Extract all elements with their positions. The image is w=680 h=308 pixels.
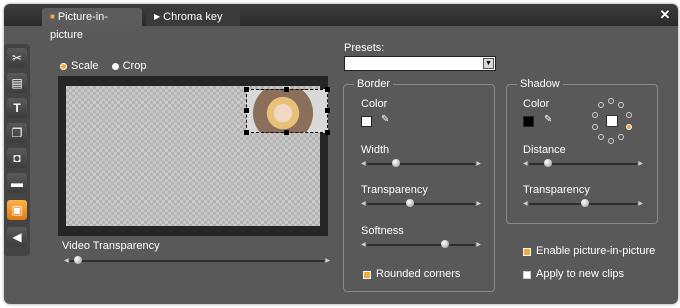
tab-bar: ■ Picture-in-picture ▶ Chroma key ✕: [4, 4, 678, 41]
shadow-distance-label: Distance: [523, 144, 566, 156]
shadow-dir-bottom[interactable]: [608, 138, 614, 144]
radio-dot: [111, 63, 119, 70]
shadow-preview-square: [606, 115, 618, 127]
border-width-label: Width: [361, 144, 390, 156]
tab-label: Chroma key: [163, 11, 223, 23]
arrow-left-icon: ◀: [523, 161, 528, 167]
preview-canvas: [66, 86, 330, 226]
shadow-dir-top-right[interactable]: [618, 102, 624, 108]
preview-frame: [58, 76, 330, 236]
rounded-corners-label: Rounded corners: [376, 268, 461, 280]
apply-new-clips-checkbox[interactable]: [523, 271, 531, 279]
chevron-down-icon[interactable]: ▼: [483, 58, 494, 69]
shadow-color-swatch[interactable]: [523, 116, 534, 127]
arrow-right-icon: ▶: [476, 161, 481, 167]
apply-new-clips-label: Apply to new clips: [536, 268, 625, 280]
arrow-left-icon: ◀: [361, 161, 366, 167]
arrow-right-icon: ▶: [476, 242, 481, 248]
checkbox-icon: ■: [50, 12, 55, 22]
scale-label: Scale: [71, 60, 99, 72]
arrow-left-icon: ◀: [523, 201, 528, 207]
title-T-icon[interactable]: T: [7, 98, 27, 118]
shadow-direction-dial: [586, 98, 636, 144]
slider-thumb[interactable]: [406, 199, 415, 207]
pip-icon[interactable]: ▣: [7, 200, 27, 220]
resize-handle[interactable]: [325, 108, 330, 113]
shadow-dir-left-lower[interactable]: [592, 124, 598, 130]
arrow-left-icon: ◀: [64, 258, 69, 264]
shadow-dir-right-upper[interactable]: [626, 112, 632, 118]
slider-thumb[interactable]: [73, 256, 82, 264]
crop-label: Crop: [122, 60, 147, 72]
arrow-right-icon: ▶: [638, 201, 643, 207]
presets-dropdown[interactable]: ▼: [344, 56, 496, 71]
border-color-label: Color: [361, 98, 388, 110]
resize-handle[interactable]: [284, 130, 289, 135]
eyedropper-icon[interactable]: ✎: [381, 114, 389, 125]
scissors-icon[interactable]: ✂: [7, 48, 27, 68]
arrow-right-icon: ▶: [638, 161, 643, 167]
shadow-dir-bottom-right[interactable]: [626, 124, 632, 130]
border-width-slider[interactable]: ◀ ▶: [361, 159, 481, 169]
shadow-dir-top-left[interactable]: [598, 102, 604, 108]
border-title: Border: [354, 78, 394, 90]
arrow-left-icon: ◀: [361, 201, 366, 207]
shadow-dir-top[interactable]: [608, 98, 614, 104]
eyedropper-icon[interactable]: ✎: [544, 114, 552, 125]
tab-picture-in-picture[interactable]: ■ Picture-in-picture: [42, 8, 142, 41]
border-softness-label: Softness: [361, 225, 404, 237]
shadow-title: Shadow: [517, 78, 563, 90]
shadow-dir-left-upper[interactable]: [592, 112, 598, 118]
resize-handle[interactable]: [325, 130, 330, 135]
close-icon[interactable]: ✕: [658, 8, 672, 22]
enable-pip-label: Enable picture-in-picture: [536, 245, 656, 257]
shadow-dir-bottom-left[interactable]: [598, 134, 604, 140]
sidebar: ✂ ▤ T ❐ ◘ ▬ ▣ ◀: [4, 44, 30, 256]
radio-dot: [60, 63, 67, 70]
mode-radio-group: Scale Crop: [60, 60, 156, 72]
shadow-dir-bottom-mid[interactable]: [618, 134, 624, 140]
resize-handle[interactable]: [244, 130, 249, 135]
camera-icon[interactable]: ◘: [7, 148, 27, 168]
presets-label: Presets:: [344, 42, 385, 54]
rounded-corners-checkbox[interactable]: [363, 271, 371, 279]
resize-handle[interactable]: [284, 87, 289, 92]
video-transparency-slider[interactable]: ◀ ▶: [64, 256, 330, 266]
shadow-transparency-slider[interactable]: ◀ ▶: [523, 199, 643, 209]
slider-thumb[interactable]: [440, 240, 449, 248]
clapperboard-icon[interactable]: ▬: [7, 173, 27, 193]
tab-label: Picture-in-picture: [50, 11, 108, 42]
resize-handle[interactable]: [244, 87, 249, 92]
border-color-swatch[interactable]: [361, 116, 372, 127]
crop-radio[interactable]: Crop: [111, 60, 147, 72]
pip-video-overlay[interactable]: [244, 87, 330, 135]
enable-pip-checkbox[interactable]: [523, 248, 531, 256]
play-triangle-icon: ▶: [154, 12, 161, 22]
slider-track: [367, 244, 475, 246]
arrow-right-icon: ▶: [476, 201, 481, 207]
shadow-transparency-label: Transparency: [523, 184, 590, 196]
shadow-distance-slider[interactable]: ◀ ▶: [523, 159, 643, 169]
border-transparency-label: Transparency: [361, 184, 428, 196]
slider-thumb[interactable]: [581, 199, 590, 207]
scale-radio[interactable]: Scale: [60, 60, 99, 72]
border-softness-slider[interactable]: ◀ ▶: [361, 240, 481, 250]
slider-track: [367, 163, 475, 165]
slider-track: [70, 260, 324, 262]
resize-handle[interactable]: [325, 87, 330, 92]
arrow-left-icon: ◀: [361, 242, 366, 248]
video-transparency-label: Video Transparency: [62, 240, 160, 252]
audio-icon[interactable]: ◀: [7, 227, 27, 247]
resize-handle[interactable]: [244, 108, 249, 113]
tab-chroma-key[interactable]: ▶ Chroma key: [146, 8, 240, 26]
slider-track: [367, 203, 475, 205]
shadow-color-label: Color: [523, 98, 550, 110]
slider-thumb[interactable]: [544, 159, 553, 167]
tools-icon[interactable]: ▤: [7, 73, 27, 93]
arrow-right-icon: ▶: [325, 258, 330, 264]
border-transparency-slider[interactable]: ◀ ▶: [361, 199, 481, 209]
slider-thumb[interactable]: [392, 159, 401, 167]
layers-icon[interactable]: ❐: [7, 123, 27, 143]
